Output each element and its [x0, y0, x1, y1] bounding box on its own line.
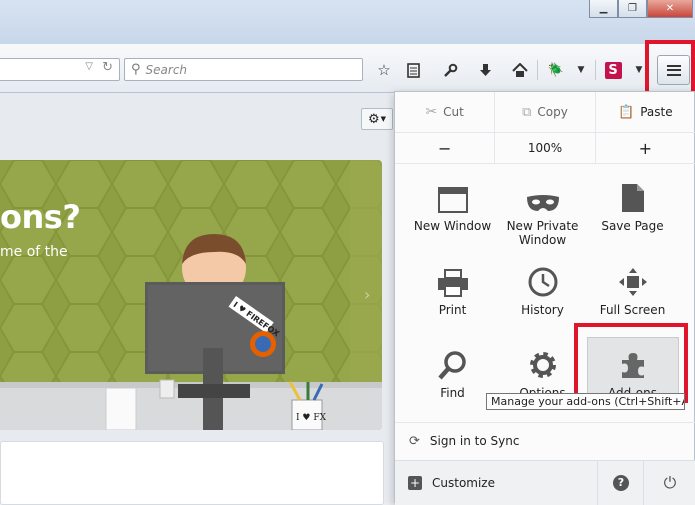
customize-button[interactable]: + Customize	[395, 461, 595, 505]
magnifier-icon	[408, 344, 497, 380]
download-icon[interactable]	[474, 59, 496, 81]
bookmark-star-icon[interactable]: ☆	[373, 59, 395, 81]
menu-footer: + Customize ? ⏻	[395, 460, 695, 505]
printer-icon	[408, 261, 497, 297]
hero-subtitle: me of the	[0, 244, 68, 260]
print-button[interactable]: Print	[408, 261, 497, 317]
url-bar[interactable]: ▽ ↻	[0, 58, 120, 81]
new-window-label: New Window	[413, 219, 492, 233]
quit-button[interactable]: ⏻	[643, 461, 695, 505]
gear-icon[interactable]: ⚙ ▼	[361, 108, 393, 130]
zoom-controls-row: − 100% +	[395, 132, 695, 164]
svg-text:›: ›	[364, 285, 370, 304]
paste-label: Paste	[640, 105, 673, 119]
new-private-window-label: New Private Window	[506, 219, 579, 247]
open-menu-button[interactable]	[657, 55, 690, 85]
close-window-button[interactable]: ✕	[647, 0, 693, 18]
save-page-label: Save Page	[601, 219, 664, 233]
home-icon[interactable]	[509, 59, 531, 81]
add-ons-tooltip: Manage your add-ons (Ctrl+Shift+A)	[486, 393, 685, 410]
clock-icon	[498, 261, 587, 297]
zoom-out-button[interactable]: −	[395, 133, 494, 163]
save-page-icon	[588, 177, 677, 213]
search-box[interactable]: ⚲ Search	[124, 58, 363, 81]
full-screen-label: Full Screen	[599, 303, 666, 317]
private-mask-icon	[498, 177, 587, 213]
history-button[interactable]: History	[498, 261, 587, 317]
cut-label: Cut	[443, 105, 464, 119]
sign-in-to-sync-button[interactable]: ⟳ Sign in to Sync	[395, 422, 695, 459]
find-button[interactable]: Find	[408, 344, 497, 400]
copy-label: Copy	[537, 105, 568, 119]
add-ons-button[interactable]: Add-ons	[588, 344, 677, 400]
window-controls: ▁ ❐ ✕	[589, 0, 693, 18]
hero-title: ons?	[0, 198, 81, 236]
sync-label: Sign in to Sync	[429, 434, 520, 448]
puzzle-piece-icon	[588, 344, 677, 380]
s-extension-icon[interactable]: S	[602, 59, 624, 81]
url-dropdown-icon[interactable]: ▽	[85, 61, 93, 72]
minimize-button[interactable]: ▁	[589, 0, 618, 18]
content-card	[0, 441, 384, 505]
save-page-button[interactable]: Save Page	[588, 177, 677, 233]
clipboard-icon: 📋	[618, 104, 635, 120]
bug-dropdown-icon[interactable]: ▼	[570, 59, 592, 81]
toolbar-separator	[537, 60, 538, 80]
maximize-button[interactable]: ❐	[618, 0, 647, 18]
wrench-icon[interactable]	[439, 59, 461, 81]
s-extension-dropdown-icon[interactable]: ▼	[628, 59, 650, 81]
help-icon: ?	[613, 475, 629, 491]
search-placeholder: Search	[145, 62, 188, 77]
full-screen-button[interactable]: Full Screen	[588, 261, 677, 317]
copy-icon: ⧉	[522, 104, 532, 120]
sync-icon: ⟳	[409, 433, 420, 449]
copy-button[interactable]: ⧉ Copy	[494, 92, 596, 132]
search-icon: ⚲	[131, 62, 141, 77]
zoom-in-button[interactable]: +	[596, 133, 695, 163]
new-private-window-button[interactable]: New Private Window	[498, 177, 587, 247]
app-menu-panel: ✂ Cut ⧉ Copy 📋 Paste − 100% + New Window…	[394, 91, 695, 505]
power-icon: ⏻	[663, 473, 677, 492]
gear-icon	[498, 344, 587, 380]
toolbar-separator	[595, 60, 596, 80]
find-label: Find	[440, 386, 465, 400]
paste-button[interactable]: 📋 Paste	[596, 92, 695, 132]
bug-icon[interactable]: 🪲	[545, 59, 567, 81]
menu-icon	[666, 64, 681, 76]
mug-text: I ♥ FX	[296, 413, 327, 423]
cut-button[interactable]: ✂ Cut	[395, 92, 494, 132]
history-label: History	[521, 303, 564, 317]
customize-label: Customize	[432, 476, 495, 490]
new-window-button[interactable]: New Window	[408, 177, 497, 233]
help-button[interactable]: ?	[597, 461, 644, 505]
customize-plus-icon: +	[408, 476, 422, 490]
print-label: Print	[438, 303, 467, 317]
reload-icon[interactable]: ↻	[102, 60, 113, 75]
zoom-reset-button[interactable]: 100%	[494, 133, 596, 163]
full-screen-icon	[588, 261, 677, 297]
scissors-icon: ✂	[425, 104, 438, 120]
bookmarks-list-icon[interactable]	[402, 59, 424, 81]
edit-controls-row: ✂ Cut ⧉ Copy 📋 Paste	[395, 92, 695, 132]
options-button[interactable]: Options	[498, 344, 587, 400]
new-window-icon	[408, 177, 497, 213]
